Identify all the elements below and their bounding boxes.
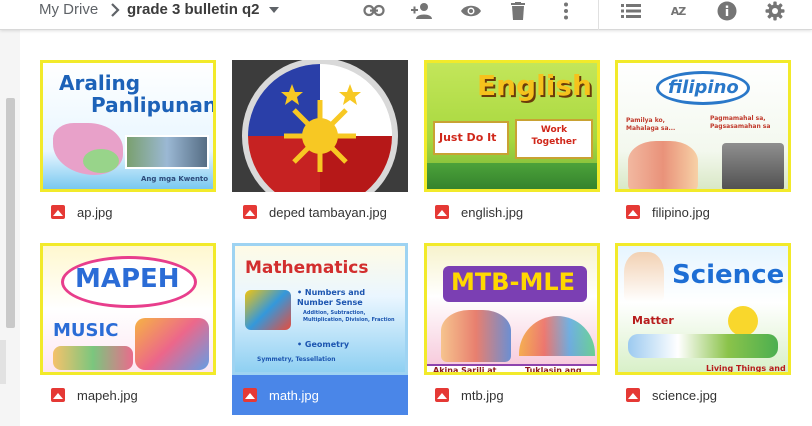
- thumb-subtitle: Pamilya ko, Mahalaga sa...: [626, 117, 676, 132]
- thumb-subtitle: Matter: [632, 314, 674, 327]
- file-name: mtb.jpg: [461, 387, 504, 403]
- file-caption[interactable]: math.jpg: [232, 375, 408, 415]
- family-illustration: [628, 141, 698, 189]
- file-thumbnail[interactable]: Science Matter Living Things and: [615, 243, 791, 375]
- thumb-subtitle-3: • Geometry: [297, 340, 350, 349]
- thumb-subtitle-2: Living Things and: [706, 364, 786, 373]
- file-card-mapeh[interactable]: MAPEH MUSIC mapeh.jpg: [40, 243, 216, 419]
- thumb-subtitle: Just Do It: [439, 131, 497, 144]
- thumb-title: English: [477, 69, 592, 102]
- thumb-title: Science: [672, 260, 785, 290]
- panel-edge: [0, 340, 6, 384]
- music-illustration: [135, 318, 209, 370]
- scientist-illustration: [624, 252, 664, 302]
- thumb-title: MTB-MLE: [451, 268, 576, 296]
- file-thumbnail[interactable]: Mathematics • Numbers and Number Sense A…: [232, 243, 408, 375]
- eye-icon[interactable]: [459, 0, 483, 22]
- file-card-deped-tambayan[interactable]: deped tambayan.jpg: [232, 60, 408, 236]
- file-card-math[interactable]: Mathematics • Numbers and Number Sense A…: [232, 243, 408, 419]
- trash-icon[interactable]: [506, 0, 530, 22]
- info-icon[interactable]: [715, 0, 739, 22]
- thumb-title: filipino: [668, 77, 739, 98]
- flower-illustration: [728, 306, 758, 336]
- file-card-filipino[interactable]: filipino Pamilya ko, Mahalaga sa... Pagm…: [615, 60, 791, 236]
- caret-down-icon[interactable]: [268, 4, 280, 16]
- file-thumbnail[interactable]: MAPEH MUSIC: [40, 243, 216, 375]
- kids-illustration: [53, 346, 133, 370]
- thumb-subtitle-4: Symmetry, Tessellation: [257, 356, 336, 363]
- file-caption[interactable]: filipino.jpg: [615, 192, 791, 232]
- image-file-icon: [435, 205, 449, 219]
- file-caption[interactable]: english.jpg: [424, 192, 600, 232]
- image-file-icon: [51, 205, 65, 219]
- image-file-icon: [51, 388, 65, 402]
- file-card-mtb[interactable]: MTB-MLE Akina Sarili at Tuklasin ang mtb…: [424, 243, 600, 419]
- file-name: science.jpg: [652, 387, 718, 403]
- thumb-subtitle: Akina Sarili at: [433, 366, 497, 375]
- link-icon[interactable]: [362, 0, 386, 22]
- file-caption[interactable]: mapeh.jpg: [40, 375, 216, 415]
- more-vert-icon[interactable]: [554, 0, 578, 22]
- image-file-icon: [243, 388, 257, 402]
- file-name: english.jpg: [461, 204, 524, 220]
- file-caption[interactable]: deped tambayan.jpg: [232, 192, 408, 232]
- file-thumbnail[interactable]: English Just Do It Work Together: [424, 60, 600, 192]
- sort-az-label: AZ: [670, 4, 686, 18]
- file-name: mapeh.jpg: [77, 387, 138, 403]
- image-file-icon: [626, 388, 640, 402]
- file-thumbnail[interactable]: Araling Panlipunan Ang mga Kwento: [40, 60, 216, 192]
- blocks-illustration: [245, 290, 291, 330]
- chevron-right-icon: [111, 3, 120, 17]
- breadcrumb-my-drive[interactable]: My Drive: [39, 0, 98, 22]
- image-file-icon: [626, 205, 640, 219]
- thumb-title: MAPEH: [75, 264, 180, 294]
- file-card-english[interactable]: English Just Do It Work Together english…: [424, 60, 600, 236]
- file-card-ap[interactable]: Araling Panlipunan Ang mga Kwento ap.jpg: [40, 60, 216, 236]
- rainbow-illustration: [519, 316, 595, 356]
- file-name: deped tambayan.jpg: [269, 204, 387, 220]
- image-file-icon: [243, 205, 257, 219]
- thumb-subtitle-2: Addition, Subtraction, Multiplication, D…: [303, 310, 395, 323]
- photo-illustration: [125, 135, 209, 169]
- family-illustration: [441, 310, 511, 362]
- image-file-icon: [435, 388, 449, 402]
- add-person-icon[interactable]: [409, 0, 433, 22]
- grass-illustration: [427, 163, 597, 189]
- creatures-illustration: [628, 334, 778, 358]
- thumb-title-2: Panlipunan: [91, 93, 216, 117]
- file-thumbnail[interactable]: MTB-MLE Akina Sarili at Tuklasin ang: [424, 243, 600, 375]
- file-caption[interactable]: ap.jpg: [40, 192, 216, 232]
- file-name: filipino.jpg: [652, 204, 710, 220]
- thumb-title: Araling: [59, 71, 141, 95]
- thumb-subtitle-2: Tuklasin ang: [525, 366, 582, 375]
- settings-icon[interactable]: [763, 0, 787, 22]
- flag-emblem-illustration: [242, 60, 398, 192]
- file-card-science[interactable]: Science Matter Living Things and science…: [615, 243, 791, 419]
- file-name: math.jpg: [269, 387, 319, 403]
- thumb-title: Mathematics: [245, 258, 369, 278]
- file-caption[interactable]: science.jpg: [615, 375, 791, 415]
- breadcrumb-current-folder[interactable]: grade 3 bulletin q2: [127, 0, 260, 22]
- thumb-subtitle-2: Work Together: [531, 125, 577, 147]
- scrollbar-thumb[interactable]: [6, 98, 15, 328]
- map-illustration-2: [83, 149, 119, 173]
- file-name: ap.jpg: [77, 204, 113, 220]
- sort-az-icon[interactable]: AZ: [666, 0, 690, 22]
- file-thumbnail[interactable]: [232, 60, 408, 192]
- thumb-subtitle: • Numbers and Number Sense: [297, 288, 366, 307]
- toolbar: My Drive grade 3 bulletin q2 AZ: [0, 0, 812, 30]
- file-thumbnail[interactable]: filipino Pamilya ko, Mahalaga sa... Pagm…: [615, 60, 791, 192]
- thumb-subtitle: MUSIC: [53, 320, 119, 341]
- thumb-subtitle: Ang mga Kwento: [141, 175, 209, 183]
- file-caption[interactable]: mtb.jpg: [424, 375, 600, 415]
- list-view-icon[interactable]: [619, 0, 643, 22]
- house-illustration: [722, 143, 784, 189]
- thumb-subtitle-2: Pagmamahal sa, Pagsasamahan sa: [710, 115, 771, 130]
- toolbar-divider: [598, 0, 599, 30]
